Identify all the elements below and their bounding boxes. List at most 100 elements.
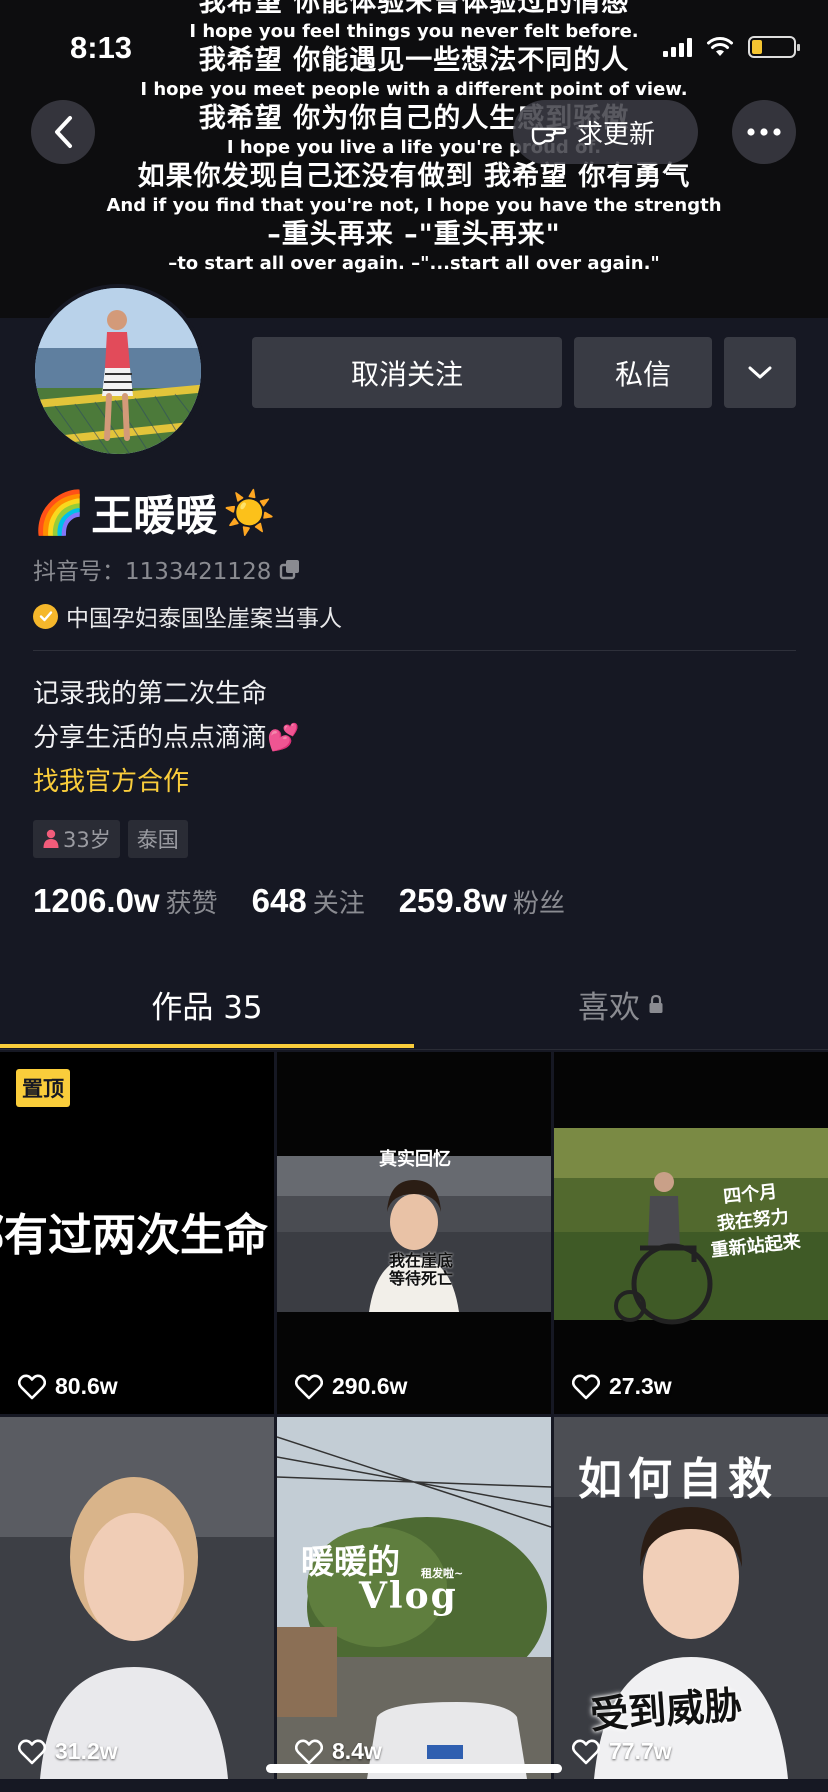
video-thumbnail[interactable]: 暖暖的 租发啦~ Vlog 8.4w [277, 1417, 551, 1779]
profile-banner: 我希望 你能体验未曾体验过的情感 I hope you feel things … [0, 0, 828, 318]
video-likes-count: 80.6w [55, 1373, 118, 1399]
lock-icon [649, 994, 663, 1013]
video-likes-count: 31.2w [55, 1738, 118, 1764]
bio: 记录我的第二次生命 分享生活的点点滴滴💕 找我官方合作 [33, 672, 299, 804]
video-likes: 80.6w [18, 1373, 118, 1400]
recommend-dropdown-button[interactable] [724, 337, 796, 408]
lyric-line-en: I hope you live a life you're proud of. [226, 137, 602, 158]
wifi-icon [707, 37, 733, 56]
following-label: 关注 [312, 889, 365, 919]
lyric-line-en: I hope you meet people with a different … [140, 79, 688, 100]
battery-icon [748, 36, 800, 58]
video-likes: 290.6w [295, 1373, 407, 1400]
copy-icon[interactable] [279, 558, 301, 580]
video-thumbnail[interactable]: 31.2w [0, 1417, 274, 1779]
likes-label: 获赞 [165, 889, 218, 919]
active-tab-indicator [0, 1044, 414, 1048]
age-tag: 33岁 [33, 820, 120, 858]
hand-point-icon [531, 127, 567, 145]
profile-name: 🌈 王暖暖 ☀️ [33, 482, 276, 543]
video-still [0, 1417, 274, 1779]
ellipsis-icon [747, 128, 781, 136]
bio-line: 分享生活的点点滴滴💕 [33, 723, 300, 753]
video-likes: 77.7w [572, 1738, 672, 1765]
video-likes-count: 27.3w [609, 1373, 672, 1399]
lyric-line-cn: 我希望 你能体验未曾体验过的情感 [198, 0, 630, 18]
back-button[interactable] [31, 100, 95, 164]
heart-icon [18, 1738, 46, 1764]
lyric-line-cn: –重头再来 –"重头再来" [267, 219, 561, 250]
tab-likes[interactable]: 喜欢 [414, 958, 828, 1050]
video-caption-top: 真实回忆 [379, 1149, 451, 1170]
followers-label: 粉丝 [512, 889, 565, 919]
video-likes: 27.3w [572, 1373, 672, 1400]
lyric-line-en: –to start all over again. –"...start all… [168, 253, 660, 274]
following-count: 648 [251, 882, 307, 919]
heart-icon [572, 1373, 600, 1399]
video-caption-line: 我在崖底 [389, 1251, 454, 1270]
lyric-line-en: And if you find that you're not, I hope … [106, 195, 722, 216]
request-update-label: 求更新 [577, 119, 656, 150]
chevron-left-icon [55, 116, 72, 148]
lyric-line-cn: 我希望 你为你自己的人生感到骄傲 [198, 103, 630, 134]
heart-icon [572, 1738, 600, 1764]
status-icons [663, 36, 800, 58]
unfollow-button[interactable]: 取消关注 [252, 337, 562, 408]
bio-line: 记录我的第二次生命 [33, 679, 268, 709]
profile-stats: 1206.0w 获赞 648 关注 259.8w 粉丝 [33, 882, 599, 920]
video-still [277, 1052, 551, 1414]
verified-check-icon [33, 603, 58, 629]
heart-icon [18, 1373, 46, 1399]
video-thumbnail[interactable]: 如何自救 受到威胁 77.7w [554, 1417, 828, 1779]
video-likes-count: 290.6w [332, 1373, 408, 1399]
video-caption-vlog: Vlog [359, 1575, 458, 1617]
video-caption: 四个月 我在努力 重新站起来 [704, 1178, 802, 1265]
video-thumbnail[interactable]: 四个月 我在努力 重新站起来 27.3w [554, 1052, 828, 1414]
likes-count: 1206.0w [33, 882, 160, 919]
video-caption-bottom: 受到威胁 [588, 1682, 744, 1738]
followers-stat[interactable]: 259.8w 粉丝 [399, 882, 565, 920]
pinned-badge: 置顶 [16, 1069, 70, 1107]
video-likes-count: 77.7w [609, 1738, 672, 1764]
home-indicator[interactable] [266, 1764, 562, 1773]
douyin-id: 抖音号：1133421128 [33, 552, 301, 586]
video-likes: 31.2w [18, 1738, 118, 1765]
chevron-down-icon [748, 366, 772, 378]
video-caption-top: 如何自救 [578, 1454, 778, 1505]
profile-tags: 33岁 泰国 [33, 820, 188, 858]
sun-emoji: ☀️ [223, 487, 276, 537]
video-caption: 都有过两次生命! [0, 1210, 274, 1261]
location-tag: 泰国 [127, 820, 188, 858]
video-caption-bottom: 我在崖底 等待死亡 [389, 1252, 453, 1288]
divider [33, 650, 796, 651]
following-stat[interactable]: 648 关注 [252, 882, 365, 920]
video-likes-count: 8.4w [332, 1738, 382, 1764]
verification: 中国孕妇泰国坠崖案当事人 [33, 599, 342, 633]
business-cooperation-link[interactable]: 找我官方合作 [33, 760, 299, 804]
female-icon [43, 829, 59, 848]
age-text: 33岁 [63, 828, 111, 852]
lyric-line-cn: 如果你发现自己还没有做到 我希望 你有勇气 [137, 161, 691, 192]
video-caption-line: 等待死亡 [389, 1269, 454, 1288]
request-update-button[interactable]: 求更新 [513, 100, 698, 164]
douyin-id-text: 抖音号：1133421128 [33, 559, 272, 585]
video-thumbnail[interactable]: 都有过两次生命! 置顶 80.6w [0, 1052, 274, 1414]
tab-likes-label: 喜欢 [578, 989, 640, 1026]
verification-text: 中国孕妇泰国坠崖案当事人 [66, 606, 342, 632]
rainbow-emoji: 🌈 [33, 487, 86, 537]
likes-stat[interactable]: 1206.0w 获赞 [33, 882, 218, 920]
status-time: 8:13 [70, 30, 133, 65]
cellular-signal-icon [663, 37, 692, 57]
video-likes: 8.4w [295, 1738, 382, 1765]
heart-icon [295, 1738, 323, 1764]
content-tabs: 作品 35 喜欢 [0, 958, 828, 1050]
video-thumbnail[interactable]: 真实回忆 我在崖底 等待死亡 290.6w [277, 1052, 551, 1414]
profile-name-text: 王暖暖 [91, 491, 218, 540]
avatar-photo [35, 288, 201, 454]
more-options-button[interactable] [732, 100, 796, 164]
tab-works[interactable]: 作品 35 [0, 958, 414, 1050]
avatar[interactable] [31, 284, 205, 458]
followers-count: 259.8w [398, 882, 507, 919]
heart-icon [295, 1373, 323, 1399]
message-button[interactable]: 私信 [574, 337, 712, 408]
